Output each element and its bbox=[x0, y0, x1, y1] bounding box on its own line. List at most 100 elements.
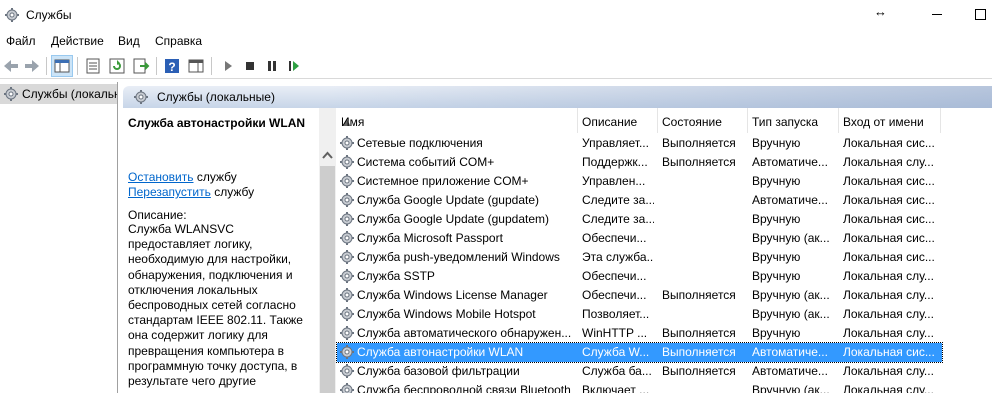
help-icon[interactable]: ? bbox=[162, 56, 182, 76]
menu-action[interactable]: Действие bbox=[51, 34, 104, 48]
service-gear-icon bbox=[340, 326, 354, 340]
table-row[interactable]: Служба базовой фильтрации Служба ба... Вып… bbox=[337, 362, 942, 381]
description-scrollbar[interactable] bbox=[319, 108, 336, 393]
cell-description: Обеспечи... bbox=[582, 231, 647, 245]
window-title: Службы bbox=[26, 8, 72, 22]
column-header-name[interactable]: ▲ Имя bbox=[337, 108, 578, 133]
start-service-icon[interactable] bbox=[218, 56, 238, 76]
service-gear-icon bbox=[340, 250, 354, 264]
cell-description: Служба W... bbox=[582, 345, 650, 359]
restart-service-icon[interactable] bbox=[284, 56, 304, 76]
menu-file[interactable]: Файл bbox=[6, 34, 36, 48]
cell-startup-type: Вручную (ак... bbox=[752, 307, 830, 321]
maximize-button[interactable] bbox=[968, 2, 992, 24]
cell-startup-type: Вручную bbox=[752, 136, 801, 150]
resize-cursor-icon: ↔ bbox=[874, 4, 887, 19]
cell-description: Следите за... bbox=[582, 212, 654, 226]
cell-name: Служба Microsoft Passport bbox=[357, 231, 503, 245]
cell-description: Позволяет... bbox=[582, 307, 650, 321]
column-header-startup-type[interactable]: Тип запуска bbox=[748, 108, 839, 133]
table-row[interactable]: Служба Microsoft Passport Обеспечи... Вруч… bbox=[337, 229, 942, 248]
menu-bar: Файл Действие Вид Справка bbox=[0, 31, 992, 51]
back-arrow-icon[interactable] bbox=[1, 56, 21, 76]
minimize-button[interactable] bbox=[926, 2, 950, 24]
cell-name: Служба автоматического обнаружен... bbox=[357, 326, 572, 340]
column-header-description[interactable]: Описание bbox=[578, 108, 658, 133]
pause-service-icon[interactable] bbox=[262, 56, 282, 76]
column-header-log-on-as[interactable]: Вход от имени bbox=[839, 108, 941, 133]
menu-view[interactable]: Вид bbox=[118, 34, 140, 48]
cell-name: Системное приложение COM+ bbox=[357, 174, 529, 188]
show-hide-action-pane-icon[interactable] bbox=[186, 56, 206, 76]
forward-arrow-icon[interactable] bbox=[22, 56, 42, 76]
properties-icon[interactable] bbox=[83, 56, 103, 76]
cell-startup-type: Вручную bbox=[752, 250, 801, 264]
cell-startup-type: Вручную bbox=[752, 212, 801, 226]
services-list: ▲ Имя Описание Состояние Тип запуска Вхо… bbox=[336, 108, 992, 393]
cell-startup-type: Автоматиче... bbox=[752, 345, 828, 359]
console-tree: Службы (локальные) bbox=[0, 82, 118, 393]
cell-name: Служба push-уведомлений Windows bbox=[357, 250, 560, 264]
refresh-icon[interactable] bbox=[107, 56, 127, 76]
cell-log-on-as: Локальная сис... bbox=[843, 174, 935, 188]
cell-log-on-as: Локальная сис... bbox=[843, 136, 935, 150]
stop-service-icon[interactable] bbox=[240, 56, 260, 76]
cell-startup-type: Вручную (ак... bbox=[752, 383, 830, 393]
table-row[interactable]: Служба push-уведомлений Windows Эта служб… bbox=[337, 248, 942, 267]
cell-name: Служба Google Update (gupdatem) bbox=[357, 212, 549, 226]
title-bar: Службы ↔ bbox=[0, 0, 992, 30]
table-row[interactable]: Служба автоматического обнаружен... WinHT… bbox=[337, 324, 942, 343]
cell-status: Выполняется bbox=[662, 326, 736, 340]
column-header-status[interactable]: Состояние bbox=[658, 108, 748, 133]
service-gear-icon bbox=[340, 364, 354, 378]
service-gear-icon bbox=[340, 231, 354, 245]
tree-item-services-local[interactable]: Службы (локальные) bbox=[0, 84, 117, 104]
cell-description: Включает ... bbox=[582, 383, 650, 393]
service-gear-icon bbox=[340, 193, 354, 207]
cell-startup-type: Вручную bbox=[752, 174, 801, 188]
cell-description: Обеспечи... bbox=[582, 288, 647, 302]
cell-log-on-as: Локальная сис... bbox=[843, 231, 935, 245]
service-description-panel: Служба автонастройки WLAN Остановить слу… bbox=[123, 108, 319, 393]
cell-name: Служба Google Update (gupdate) bbox=[357, 193, 539, 207]
table-row[interactable]: Служба SSTP Обеспечи... Вручную Локальная с… bbox=[337, 267, 942, 286]
cell-description: Следите за... bbox=[582, 193, 654, 207]
cell-startup-type: Автоматиче... bbox=[752, 155, 828, 169]
restart-service-link[interactable]: Перезапустить bbox=[128, 185, 211, 199]
services-gear-icon bbox=[134, 90, 148, 104]
export-list-icon[interactable] bbox=[131, 56, 151, 76]
service-gear-icon bbox=[340, 174, 354, 188]
table-row[interactable]: Служба Google Update (gupdatem) Следите з… bbox=[337, 210, 942, 229]
table-row[interactable]: Служба беспроводной связи Bluetooth Включ… bbox=[337, 381, 942, 393]
service-gear-icon bbox=[340, 269, 354, 283]
menu-help[interactable]: Справка bbox=[155, 34, 202, 48]
table-row[interactable]: Служба Windows Mobile Hotspot Позволяет..… bbox=[337, 305, 942, 324]
services-gear-icon bbox=[4, 87, 18, 101]
cell-name: Служба Windows Mobile Hotspot bbox=[357, 307, 536, 321]
table-row[interactable]: Сетевые подключения Управляет... Выполняет… bbox=[337, 134, 942, 153]
description-label: Описание: bbox=[128, 208, 187, 222]
cell-log-on-as: Локальная сис... bbox=[843, 345, 935, 359]
scroll-up-arrow-icon[interactable] bbox=[321, 148, 334, 162]
stop-service-link[interactable]: Остановить bbox=[128, 170, 194, 184]
show-hide-tree-icon[interactable] bbox=[51, 55, 73, 77]
cell-name: Сетевые подключения bbox=[357, 136, 483, 150]
table-row-selected[interactable]: Служба автонастройки WLAN Служба W... Выпо… bbox=[336, 342, 943, 363]
cell-log-on-as: Локальная слу... bbox=[843, 269, 934, 283]
cell-startup-type: Вручную (ак... bbox=[752, 231, 830, 245]
service-gear-icon bbox=[340, 136, 354, 150]
scrollbar-thumb[interactable] bbox=[320, 166, 335, 393]
selected-service-title: Служба автонастройки WLAN bbox=[128, 116, 306, 130]
tree-item-label: Службы (локальные) bbox=[22, 87, 117, 101]
cell-status: Выполняется bbox=[662, 288, 736, 302]
restart-service-suffix: службу bbox=[210, 185, 255, 199]
table-row[interactable]: Служба Google Update (gupdate) Следите за… bbox=[337, 191, 942, 210]
table-row[interactable]: Системное приложение COM+ Управлен... Вруч… bbox=[337, 172, 942, 191]
cell-startup-type: Вручную (ак... bbox=[752, 288, 830, 302]
table-row[interactable]: Служба Windows License Manager Обеспечи..… bbox=[337, 286, 942, 305]
table-row[interactable]: Система событий COM+ Поддержк... Выполняет… bbox=[337, 153, 942, 172]
cell-startup-type: Вручную bbox=[752, 269, 801, 283]
cell-name: Служба Windows License Manager bbox=[357, 288, 548, 302]
cell-startup-type: Автоматиче... bbox=[752, 364, 828, 378]
cell-log-on-as: Локальная слу... bbox=[843, 383, 934, 393]
